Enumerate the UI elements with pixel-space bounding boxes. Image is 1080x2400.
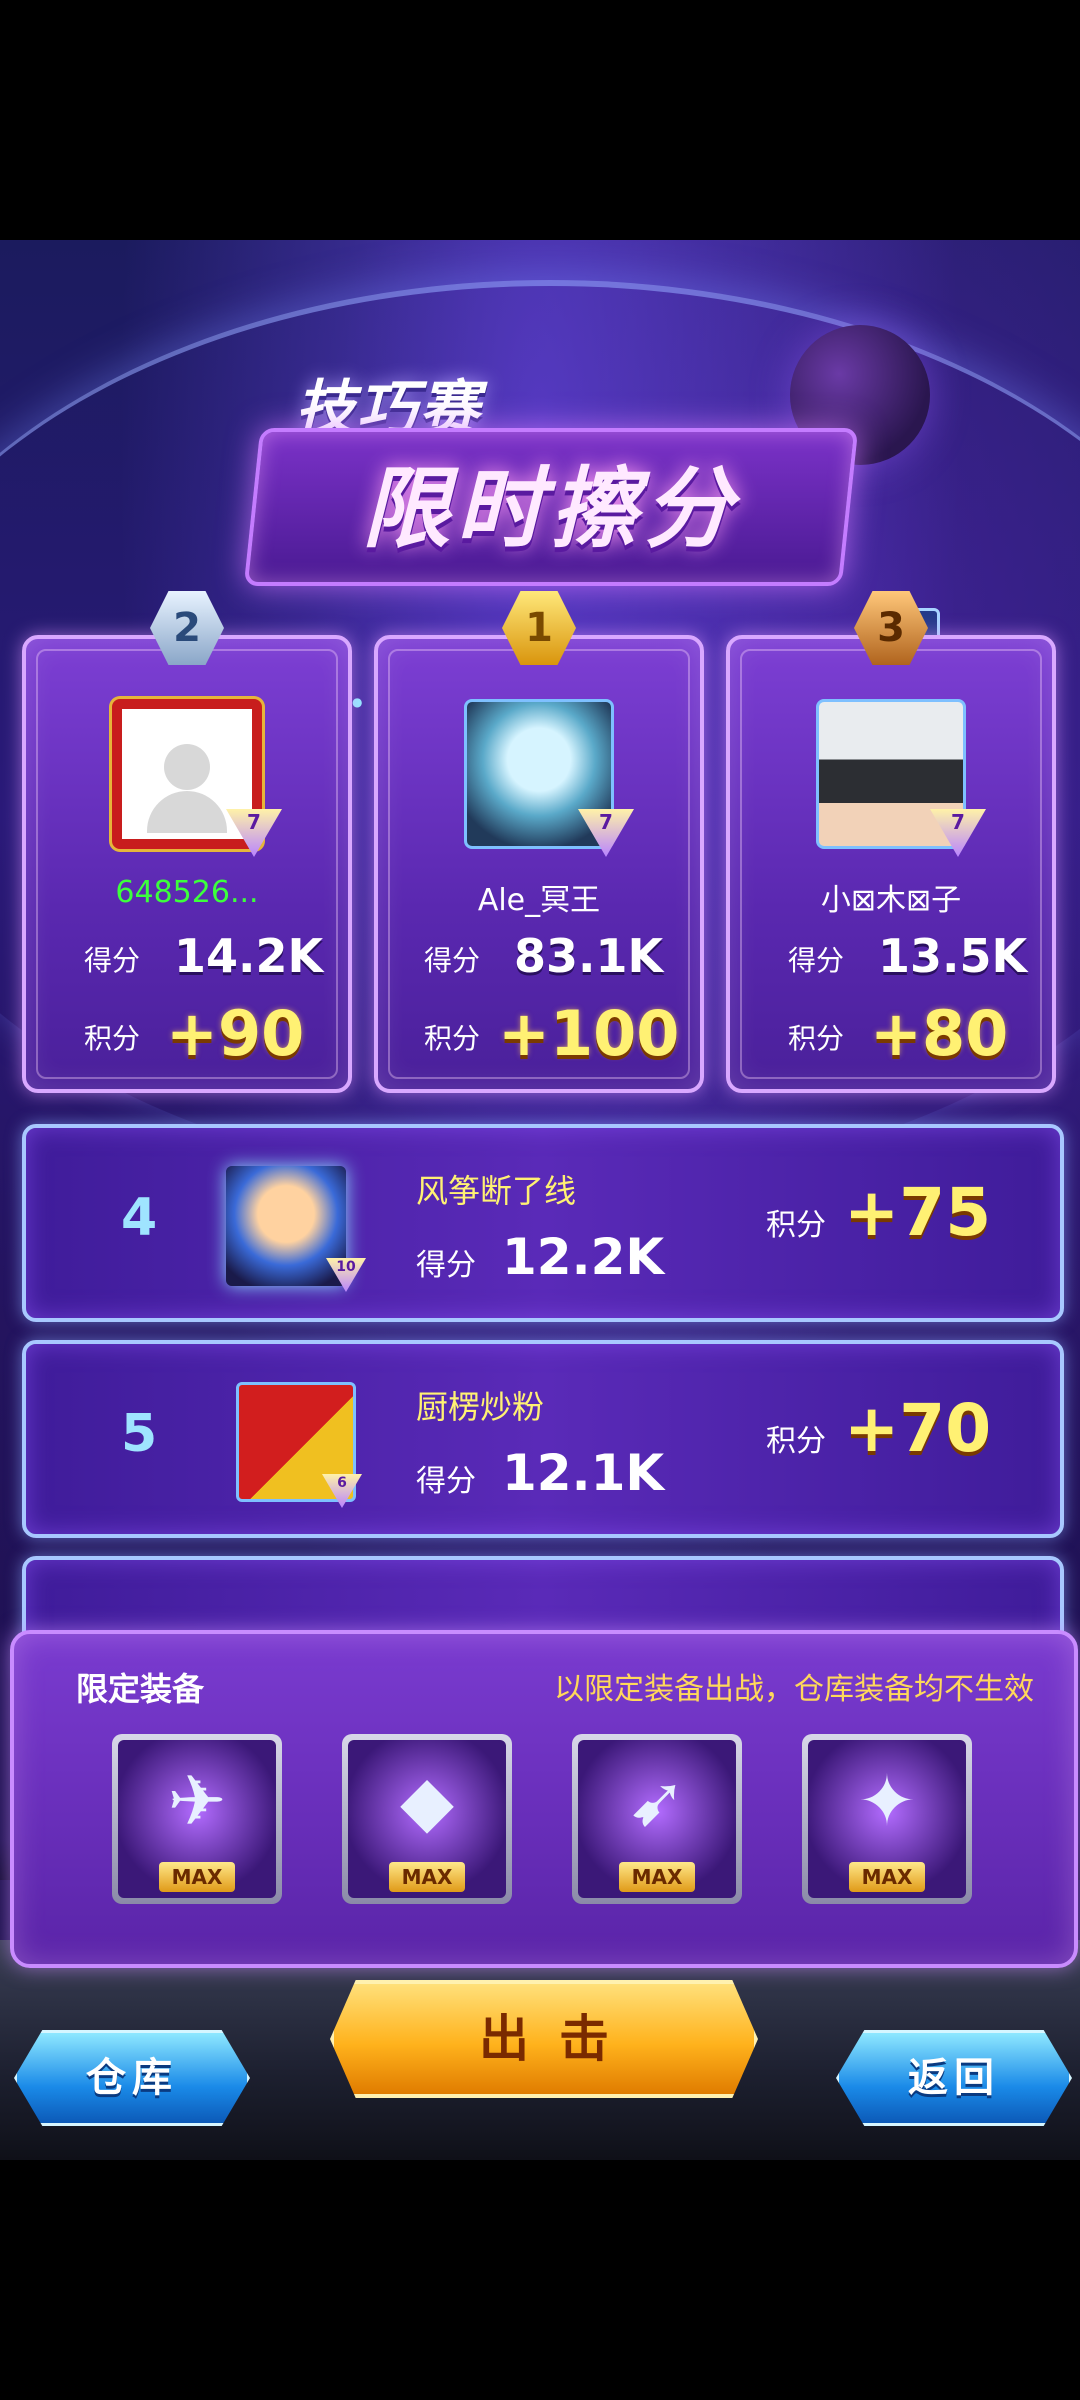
- equipment-slot[interactable]: ✦ MAX: [802, 1734, 972, 1904]
- slot-image: ➹ MAX: [578, 1740, 736, 1898]
- max-tag: MAX: [389, 1862, 465, 1892]
- score-label: 得分: [416, 1248, 476, 1283]
- score-label: 得分: [424, 944, 481, 977]
- max-tag: MAX: [849, 1862, 925, 1892]
- player-name: Ale_冥王: [477, 883, 601, 918]
- max-tag: MAX: [159, 1862, 235, 1892]
- points-value: +100: [498, 997, 680, 1070]
- score-value: 13.5K: [878, 929, 1028, 983]
- player-name: 厨楞炒粉: [416, 1388, 545, 1426]
- points-value: +90: [166, 997, 305, 1070]
- podium-card-rank-2[interactable]: 2 7 648526... 得分 14.2K 积分 +90: [22, 591, 352, 1093]
- points-label: 积分: [84, 1022, 141, 1055]
- score-label: 得分: [788, 944, 845, 977]
- rank-number: 5: [121, 1404, 158, 1464]
- points-value: +80: [870, 997, 1009, 1070]
- rank-number: 4: [121, 1188, 158, 1248]
- default-person-body: [147, 791, 227, 833]
- equipment-slot[interactable]: ◆ MAX: [342, 1734, 512, 1904]
- equipment-title: 限定装备: [76, 1670, 205, 1708]
- equipment-slot[interactable]: ➹ MAX: [572, 1734, 742, 1904]
- score-label: 得分: [416, 1464, 476, 1499]
- max-tag: MAX: [619, 1862, 695, 1892]
- warehouse-label: 仓库: [86, 2055, 178, 2101]
- score-value: 14.2K: [174, 929, 324, 983]
- bottom-black-bar: [0, 2160, 1080, 2400]
- slot-image: ◆ MAX: [348, 1740, 506, 1898]
- equipment-panel: 限定装备 以限定装备出战，仓库装备均不生效 ✈ MAX ◆ MAX ➹ MAX …: [10, 1630, 1078, 1968]
- points-label: 积分: [766, 1424, 826, 1459]
- points-label: 积分: [424, 1022, 481, 1055]
- attack-label: 出击: [479, 2010, 639, 2068]
- points-value: +75: [844, 1174, 992, 1251]
- missile-pod-icon: ➹: [627, 1760, 687, 1842]
- default-person-icon: [164, 744, 210, 790]
- score-value: 12.1K: [502, 1444, 665, 1502]
- player-name: 小⊠木⊠子: [820, 883, 962, 918]
- rank-row-5[interactable]: 5 6 厨楞炒粉 得分 12.1K 积分 +70: [22, 1340, 1064, 1538]
- slot-image: ✈ MAX: [118, 1740, 276, 1898]
- points-value: +70: [844, 1390, 992, 1467]
- slot-image: ✦ MAX: [808, 1740, 966, 1898]
- rank-row-4[interactable]: 4 10 风筝断了线 得分 12.2K 积分 +75: [22, 1124, 1064, 1322]
- drone-craft-icon: ✦: [857, 1760, 917, 1842]
- title-big: 限时擦分: [361, 457, 738, 560]
- back-label: 返回: [908, 2055, 1000, 2101]
- event-title: 技巧赛 限时擦分 ● ● ● ?: [0, 360, 1080, 709]
- player-name: 风筝断了线: [416, 1172, 577, 1210]
- back-button[interactable]: 返回: [836, 2030, 1072, 2126]
- fighter-jet-icon: ✈: [167, 1760, 227, 1842]
- equipment-note: 以限定装备出战，仓库装备均不生效: [554, 1672, 1034, 1707]
- score-label: 得分: [84, 944, 141, 977]
- wing-armor-icon: ◆: [400, 1760, 454, 1842]
- podium-card-rank-3[interactable]: 3 7 小⊠木⊠子 得分 13.5K 积分 +80: [726, 591, 1056, 1093]
- score-value: 12.2K: [502, 1228, 665, 1286]
- podium-card-rank-1[interactable]: 1 7 Ale_冥王 得分 83.1K 积分 +100: [374, 591, 704, 1093]
- player-name: 648526...: [115, 875, 259, 910]
- points-label: 积分: [788, 1022, 845, 1055]
- equipment-slot[interactable]: ✈ MAX: [112, 1734, 282, 1904]
- score-value: 83.1K: [514, 929, 664, 983]
- warehouse-button[interactable]: 仓库: [14, 2030, 250, 2126]
- avatar[interactable]: [226, 1166, 346, 1286]
- points-label: 积分: [766, 1208, 826, 1243]
- top-black-bar: [0, 0, 1080, 240]
- attack-button[interactable]: 出击: [330, 1980, 758, 2098]
